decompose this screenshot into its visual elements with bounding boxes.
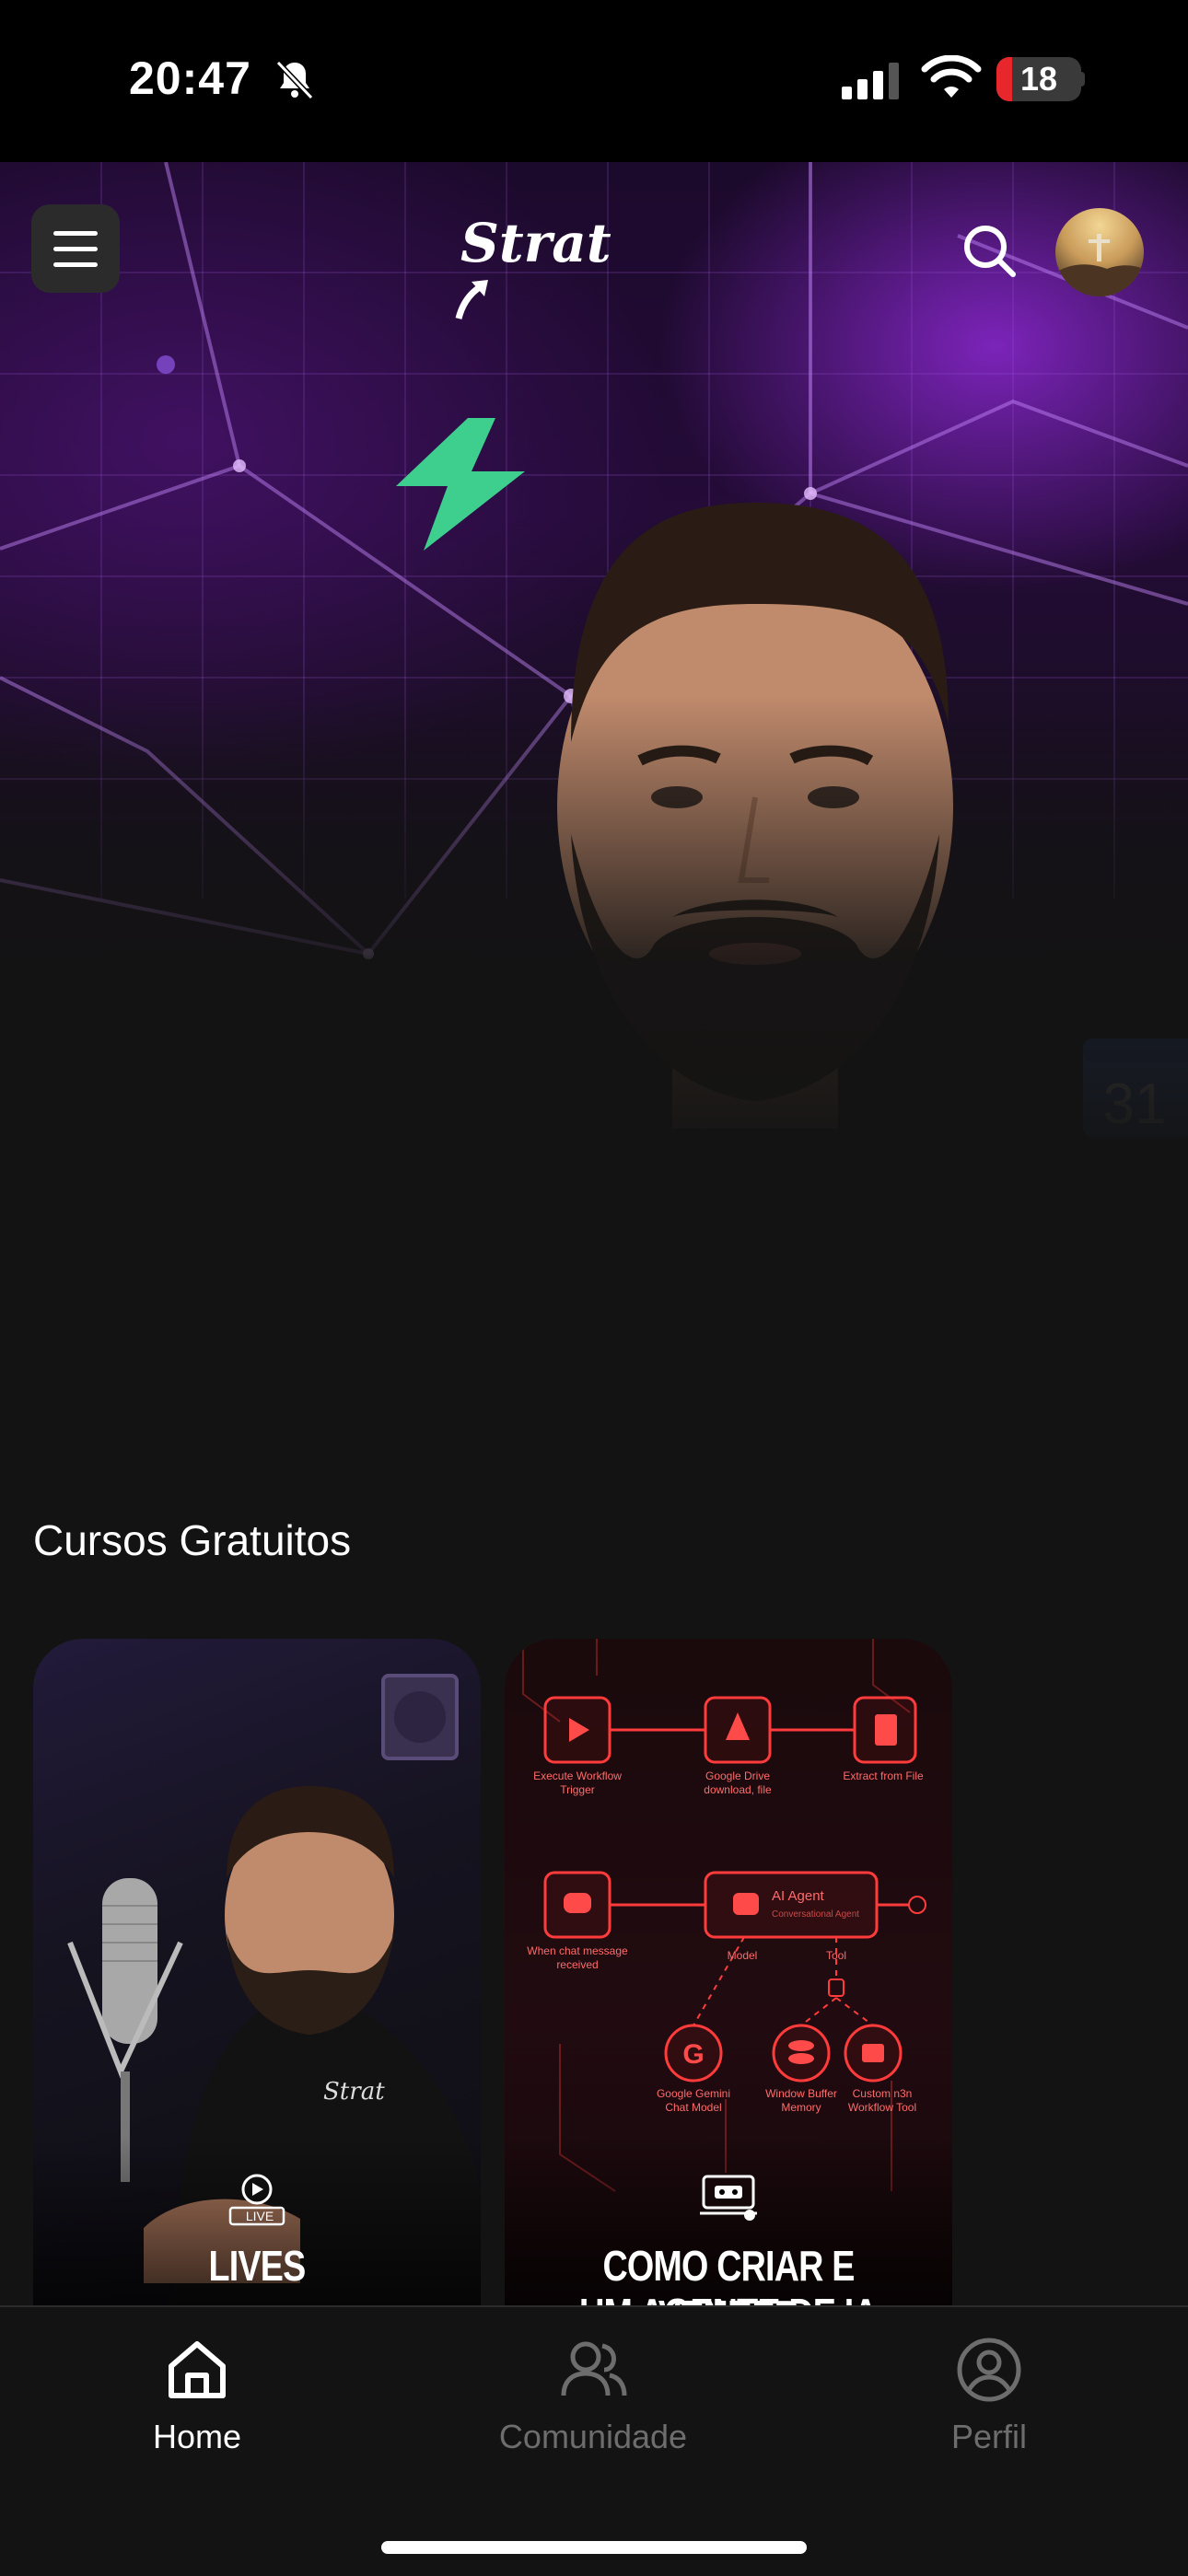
node-sublabel: Conversational Agent — [772, 1909, 859, 1920]
live-badge-text: LIVE — [246, 2209, 274, 2223]
battery-indicator: 18 — [996, 57, 1081, 101]
node-label: Window Buffer — [765, 2087, 837, 2100]
logo-arrow-icon — [455, 280, 488, 319]
avatar-photo — [1055, 234, 1144, 296]
connector-label: Tool — [826, 1949, 846, 1962]
profile-icon — [957, 2338, 1021, 2402]
menu-button[interactable] — [31, 204, 120, 293]
course-title: LIVES — [208, 2242, 307, 2290]
section-title: Cursos Gratuitos — [33, 1516, 352, 1564]
brand-logo[interactable]: Strat — [455, 212, 635, 319]
signal-icon — [842, 63, 899, 99]
bell-off-icon — [275, 60, 314, 100]
course-card-lives[interactable]: Strat LIVE LIVES — [33, 1639, 481, 2338]
hero-banner[interactable]: 31 — [0, 162, 1188, 1175]
battery-level: 18 — [1019, 60, 1058, 98]
connector-label: Model — [728, 1949, 758, 1962]
nav-label-home: Home — [152, 2418, 242, 2455]
menu-icon-bar — [53, 247, 98, 251]
menu-icon-bar — [53, 262, 98, 267]
svg-text:G: G — [682, 2039, 704, 2070]
live-icon: LIVE — [228, 2174, 285, 2226]
wifi-icon — [921, 55, 982, 98]
node-label: Execute Workflow — [533, 1770, 622, 1782]
node-sublabel: Chat Model — [665, 2101, 721, 2114]
status-bar: 20:47 18 — [0, 0, 1188, 162]
node-sublabel: download, file — [704, 1783, 772, 1796]
menu-icon-bar — [53, 231, 98, 236]
nav-item-home[interactable]: Home — [59, 2335, 335, 2482]
node-label: Google Drive — [705, 1770, 770, 1782]
status-time: 20:47 — [129, 52, 251, 104]
node-sublabel: Trigger — [560, 1783, 595, 1796]
node-label: Custom n3n — [853, 2087, 913, 2100]
home-icon — [169, 2341, 226, 2398]
node-sublabel: received — [556, 1958, 598, 1971]
nav-item-perfil[interactable]: Perfil — [851, 2335, 1127, 2482]
node-label: AI Agent — [772, 1888, 825, 1904]
bottom-nav: Home Comunidade Perfil — [0, 2305, 1188, 2576]
battery-tip — [1079, 72, 1085, 87]
node-label: Extract from File — [843, 1770, 924, 1782]
home-indicator[interactable] — [381, 2541, 807, 2554]
nav-item-comunidade[interactable]: Comunidade — [455, 2335, 731, 2482]
nav-label-perfil: Perfil — [950, 2418, 1028, 2455]
node-label: When chat message — [527, 1944, 628, 1957]
node-sublabel: Workflow Tool — [848, 2101, 916, 2114]
course-icon — [700, 2175, 757, 2221]
profile-avatar[interactable] — [1055, 208, 1144, 296]
search-icon[interactable] — [960, 221, 1019, 280]
brand-logo-text: Strat — [460, 212, 611, 274]
community-icon — [561, 2341, 627, 2396]
node-label: Google Gemini — [657, 2087, 730, 2100]
hero-fade — [0, 696, 1188, 1175]
node-sublabel: Memory — [781, 2101, 821, 2114]
course-card-ai-agent[interactable]: G Execute Workflow Trigger Google Drive … — [505, 1639, 952, 2338]
nav-label-comunidade: Comunidade — [498, 2418, 688, 2455]
svg-text:Strat: Strat — [323, 2078, 385, 2106]
